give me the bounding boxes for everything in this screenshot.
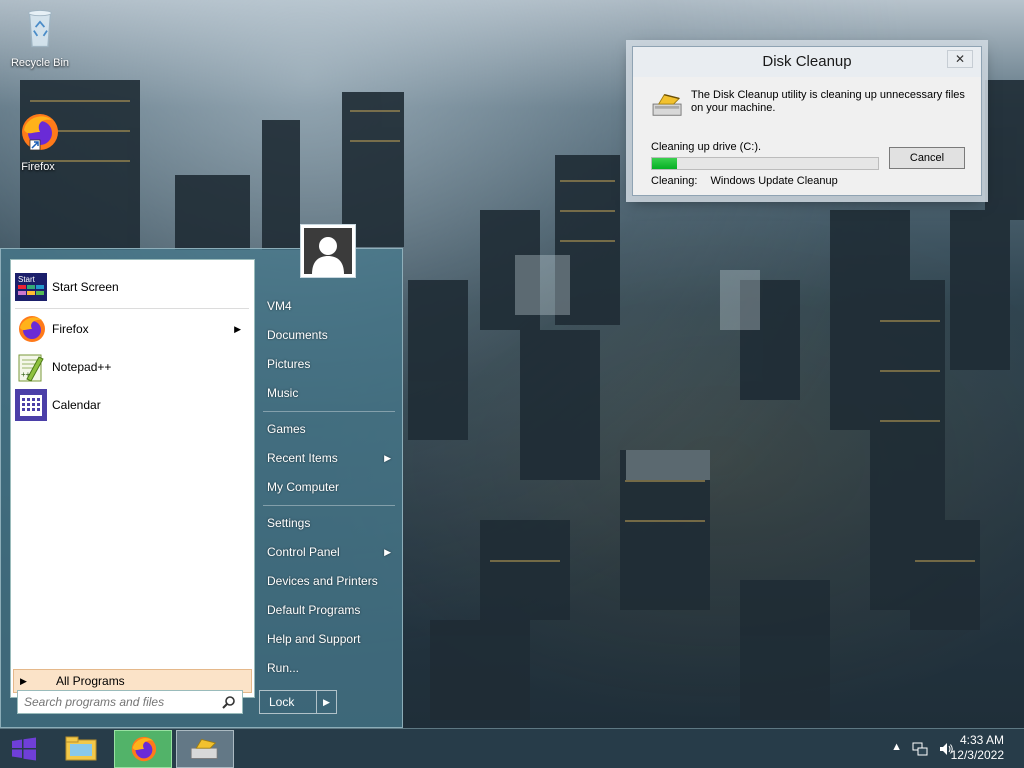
- lock-button[interactable]: Lock: [260, 695, 316, 709]
- program-firefox[interactable]: Firefox ▶: [15, 312, 249, 346]
- system-tray: ▲: [891, 741, 954, 757]
- desktop-icon-recycle-bin[interactable]: Recycle Bin: [2, 6, 78, 69]
- user-account-picture[interactable]: [300, 224, 356, 278]
- user-avatar-icon: [312, 237, 344, 274]
- cleaning-label: Cleaning:: [651, 175, 698, 187]
- lock-button-group: Lock ▶: [259, 690, 337, 714]
- firefox-icon: [19, 316, 45, 342]
- recycle-bin-icon: [28, 9, 52, 48]
- taskbar-firefox[interactable]: [114, 730, 172, 768]
- clock[interactable]: 4:33 AM 12/3/2022: [951, 733, 1004, 763]
- firefox-icon: [131, 736, 157, 762]
- svg-text:++: ++: [21, 370, 31, 379]
- place-documents[interactable]: Documents: [259, 321, 399, 350]
- desktop-icon-label: Recycle Bin: [10, 57, 70, 69]
- disk-cleanup-dialog: Disk Cleanup ✕ The Disk Cleanup utility …: [632, 46, 982, 196]
- start-button[interactable]: [0, 729, 48, 768]
- folder-icon: [65, 736, 97, 761]
- place-control-panel[interactable]: Control Panel ▶: [259, 538, 399, 567]
- desktop-icon-label: Firefox: [21, 161, 55, 173]
- place-recent-items[interactable]: Recent Items ▶: [259, 444, 399, 473]
- submenu-arrow-icon: ▶: [234, 323, 241, 334]
- dialog-message: The Disk Cleanup utility is cleaning up …: [691, 89, 965, 114]
- firefox-icon: [22, 114, 58, 151]
- windows-logo-icon: [12, 737, 36, 761]
- submenu-arrow-icon: ▶: [384, 547, 391, 557]
- programs-pane: Start Start Screen Firefox ▶ ++ Notepad+…: [10, 259, 255, 698]
- desktop-icon-firefox[interactable]: Firefox: [0, 110, 76, 173]
- place-label: Control Panel: [267, 545, 340, 559]
- taskbar-disk-cleanup[interactable]: [176, 730, 234, 768]
- place-help-and-support[interactable]: Help and Support: [259, 625, 399, 654]
- start-menu-places: VM4 Documents Pictures Music Games Recen…: [259, 292, 399, 683]
- place-devices-and-printers[interactable]: Devices and Printers: [259, 567, 399, 596]
- search-box[interactable]: [17, 690, 243, 714]
- start-screen-badge: Start: [18, 275, 36, 284]
- progress-fill: [652, 158, 677, 169]
- program-start-screen[interactable]: Start Start Screen: [15, 270, 249, 304]
- close-button[interactable]: ✕: [947, 50, 973, 68]
- cancel-button[interactable]: Cancel: [889, 147, 965, 169]
- network-icon[interactable]: [912, 741, 928, 757]
- start-menu: Start Start Screen Firefox ▶ ++ Notepad+…: [0, 248, 403, 728]
- place-label: Recent Items: [267, 451, 338, 465]
- clock-date: 12/3/2022: [950, 748, 1004, 762]
- disk-cleanup-icon: [190, 738, 218, 759]
- clock-time: 4:33 AM: [959, 733, 1004, 747]
- show-hidden-icons-icon[interactable]: ▲: [891, 741, 902, 757]
- separator: [263, 505, 395, 506]
- taskbar-file-explorer[interactable]: [52, 730, 110, 768]
- place-user-folder[interactable]: VM4: [259, 292, 399, 321]
- taskbar: ▲ 4:33 AM 12/3/2022: [0, 728, 1024, 768]
- place-run[interactable]: Run...: [259, 654, 399, 683]
- submenu-arrow-icon: ▶: [384, 453, 391, 463]
- all-programs-label: All Programs: [56, 674, 125, 688]
- start-screen-icon: Start: [15, 273, 47, 301]
- close-icon: ✕: [954, 52, 966, 66]
- place-pictures[interactable]: Pictures: [259, 350, 399, 379]
- dialog-title: Disk Cleanup: [762, 53, 852, 70]
- all-programs-arrow-icon: ▶: [20, 675, 27, 686]
- place-default-programs[interactable]: Default Programs: [259, 596, 399, 625]
- search-icon: [222, 696, 235, 709]
- notepad-plus-plus-icon: ++: [18, 354, 44, 382]
- progress-bar: [651, 157, 879, 170]
- program-label: Firefox: [52, 322, 89, 336]
- place-music[interactable]: Music: [259, 379, 399, 408]
- power-options-arrow-icon[interactable]: ▶: [316, 691, 336, 713]
- cleaning-value: Windows Update Cleanup: [710, 175, 838, 187]
- place-games[interactable]: Games: [259, 415, 399, 444]
- program-calendar[interactable]: Calendar: [15, 388, 249, 422]
- drive-status-text: Cleaning up drive (C:).: [651, 141, 762, 153]
- cleaning-status: Cleaning: Windows Update Cleanup: [651, 175, 838, 187]
- separator: [263, 411, 395, 412]
- place-settings[interactable]: Settings: [259, 509, 399, 538]
- search-input[interactable]: [24, 695, 214, 709]
- program-label: Start Screen: [52, 280, 119, 294]
- program-notepad-plus-plus[interactable]: ++ Notepad++: [15, 350, 249, 384]
- calendar-icon: [15, 389, 47, 421]
- disk-cleanup-icon: [652, 94, 682, 116]
- place-my-computer[interactable]: My Computer: [259, 473, 399, 502]
- separator: [15, 308, 249, 309]
- program-label: Calendar: [52, 398, 101, 412]
- program-label: Notepad++: [52, 360, 112, 374]
- dialog-titlebar[interactable]: Disk Cleanup ✕: [633, 47, 981, 77]
